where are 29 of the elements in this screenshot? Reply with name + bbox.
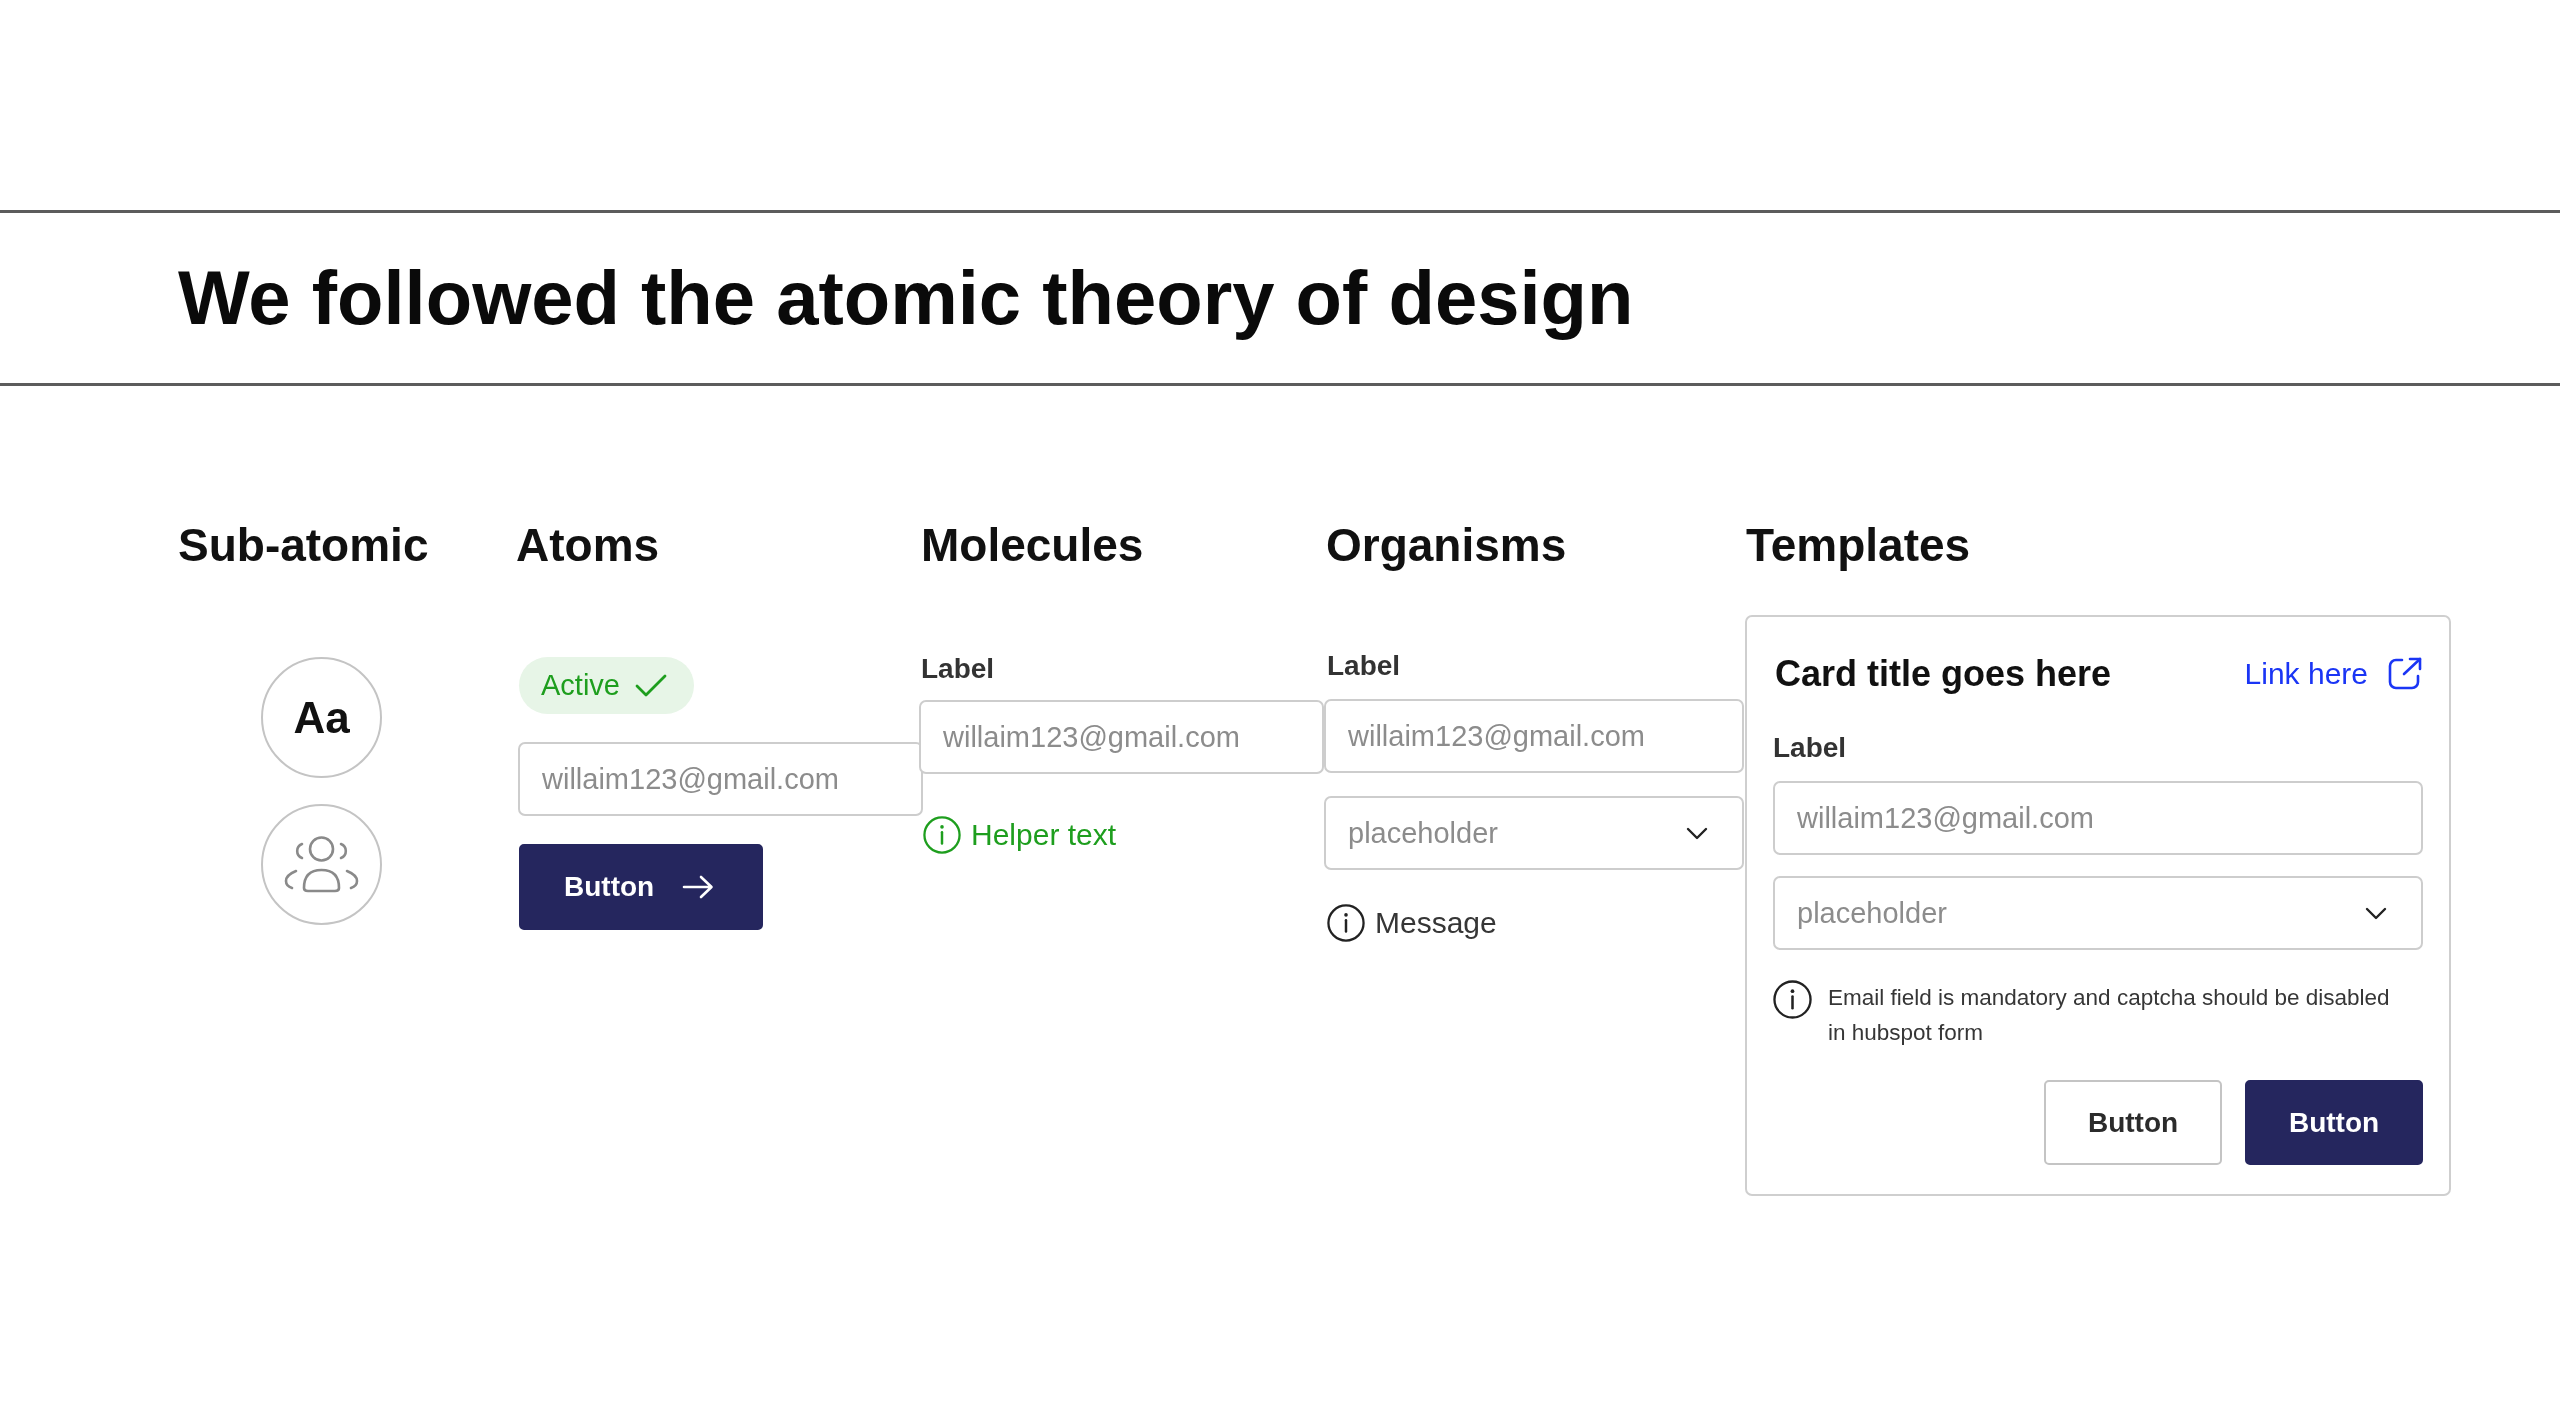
info-icon xyxy=(1773,980,1812,1019)
chevron-down-icon xyxy=(2365,906,2387,920)
arrow-right-icon xyxy=(682,875,715,899)
font-sample: Aa xyxy=(261,657,382,778)
external-link-icon xyxy=(2387,656,2423,691)
info-icon xyxy=(1327,904,1365,942)
field-label: Label xyxy=(1773,731,1848,765)
email-field[interactable]: willaim123@gmail.com xyxy=(1324,699,1744,773)
email-field[interactable]: willaim123@gmail.com xyxy=(919,700,1324,774)
message-text: Message xyxy=(1375,905,1497,941)
email-field[interactable]: willaim123@gmail.com xyxy=(1773,781,2423,855)
primary-button[interactable]: Button xyxy=(2245,1080,2423,1165)
external-link[interactable]: Link here xyxy=(2244,656,2423,691)
info-icon xyxy=(923,816,961,854)
check-icon xyxy=(635,673,667,698)
note-text: Email field is mandatory and captcha should be disabled in hubspot form xyxy=(1828,984,2391,1047)
section-heading: Atoms xyxy=(516,522,660,568)
chevron-down-icon xyxy=(1686,826,1708,840)
email-field[interactable]: willaim123@gmail.com xyxy=(518,742,923,816)
primary-button[interactable]: Button xyxy=(519,844,763,930)
people-icon xyxy=(261,804,382,925)
field-label: Label xyxy=(921,652,995,686)
status-label: Active xyxy=(541,671,620,700)
helper-text: Helper text xyxy=(971,817,1117,853)
section-heading: Molecules xyxy=(921,522,1144,568)
secondary-button[interactable]: Button xyxy=(2044,1080,2222,1165)
section-heading: Sub-atomic xyxy=(178,522,429,568)
field-label: Label xyxy=(1327,649,1401,683)
card-title: Card title goes here xyxy=(1775,652,2112,695)
